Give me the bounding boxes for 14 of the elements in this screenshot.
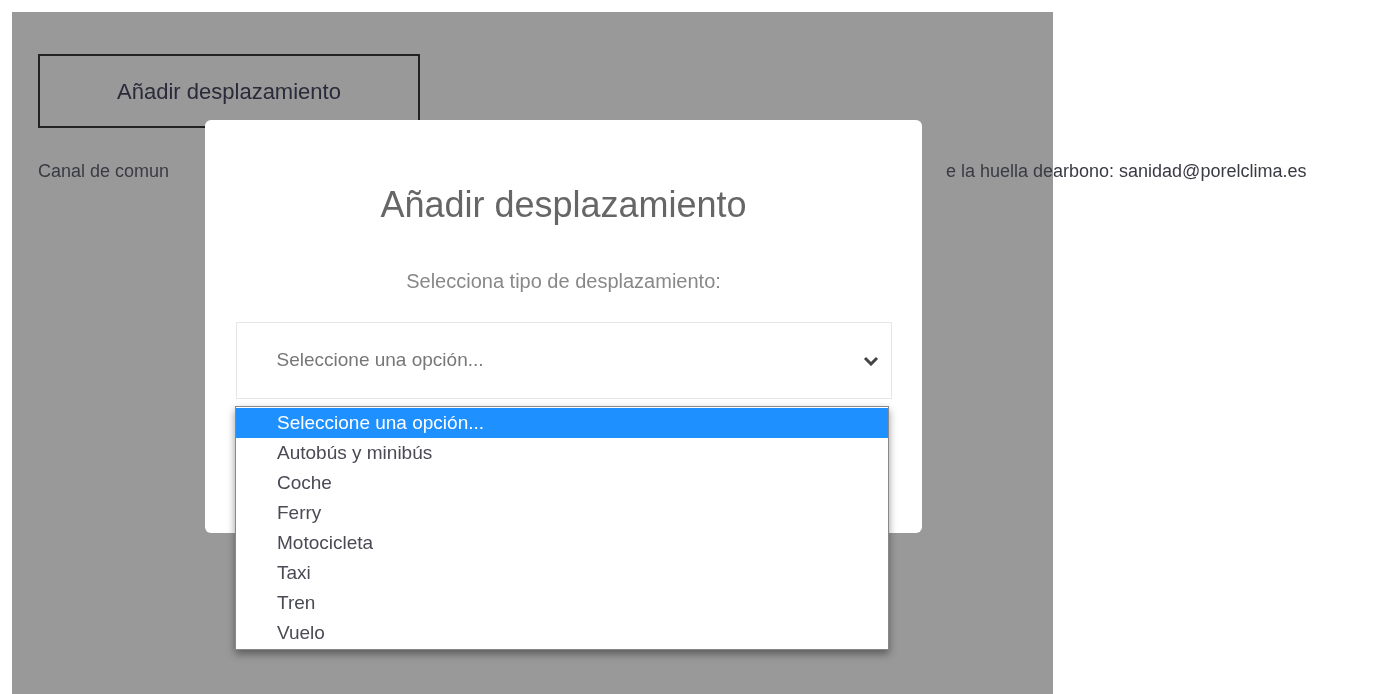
contact-text: e la huella de [945,160,1053,183]
dropdown-option[interactable]: Ferry [236,498,888,528]
contact-text: Canal de comun [38,160,170,183]
modal-title: Añadir desplazamiento [380,183,747,227]
dropdown-option[interactable]: Vuelo [236,618,888,648]
dropdown-option[interactable]: Tren [236,588,888,618]
dropdown-option[interactable]: Taxi [236,558,888,588]
field-label: Selecciona tipo de desplazamiento: [406,269,721,294]
trip-type-select[interactable]: Seleccione una opción... [235,322,892,399]
dropdown-option[interactable]: Autobús y minibús [236,438,888,468]
dropdown-option[interactable]: Coche [236,468,888,498]
dropdown-option[interactable]: Motocicleta [236,528,888,558]
contact-text: arbono: sanidad@porelclima.es [1053,161,1307,181]
chevron-down-icon [862,355,879,366]
